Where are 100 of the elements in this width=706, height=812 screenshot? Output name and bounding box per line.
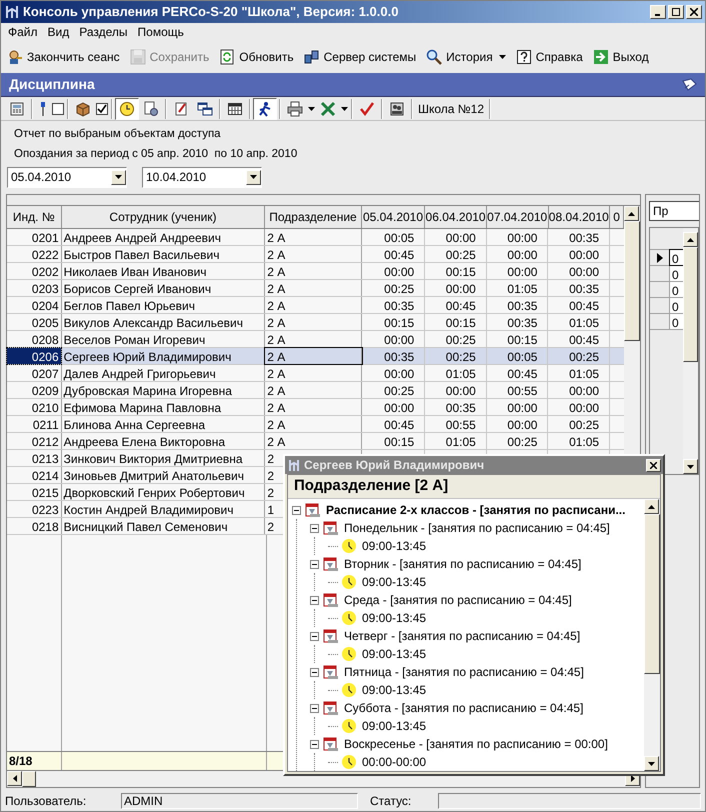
left-arrow-icon: [12, 775, 16, 782]
toolbar-button[interactable]: [253, 98, 277, 120]
scroll-down-button[interactable]: [682, 459, 698, 474]
vertical-scrollbar[interactable]: [644, 499, 660, 771]
collapse-toggle[interactable]: [310, 596, 319, 604]
schedule-label[interactable]: Вторник - [занятия по расписанию = 04:45]: [344, 555, 582, 573]
table-cell: 00:00: [486, 416, 548, 432]
panel-tab[interactable]: Пр: [649, 201, 699, 221]
scrollbar-thumb[interactable]: [22, 771, 36, 787]
table-cell: 2 А: [265, 297, 362, 313]
table-cell: 00:45: [425, 297, 487, 313]
column-header[interactable]: Подразделение: [265, 206, 362, 228]
scroll-up-button[interactable]: [682, 232, 698, 247]
table-row[interactable]: 0206 Сергеев Юрий Владимирович 2 А 00:35 00:25 00:05 00:25: [7, 348, 624, 365]
schedule-label[interactable]: Пятница - [занятия по расписанию = 04:45]: [344, 663, 584, 681]
menu-item[interactable]: Файл: [5, 23, 41, 41]
time-range[interactable]: 09:00-13:45: [362, 681, 426, 699]
close-button[interactable]: [646, 458, 661, 472]
toolbar-button[interactable]: Сервер системы: [304, 48, 416, 66]
table-row[interactable]: 0209 Дубровская Марина Игоревна 2 А 00:25 00:00 00:55 00:00: [7, 382, 624, 399]
time-range[interactable]: 09:00-13:45: [362, 645, 426, 663]
scrollbar-thumb[interactable]: [682, 247, 698, 362]
table-cell-text: 0211: [32, 417, 60, 432]
toolbar-checkbox[interactable]: [96, 102, 108, 114]
table-cell: 00:15: [362, 433, 426, 449]
collapse-toggle[interactable]: [310, 668, 319, 676]
time-range[interactable]: 09:00-13:45: [362, 717, 426, 735]
clock-icon: [341, 538, 357, 554]
minimize-button[interactable]: [650, 5, 666, 19]
column-header[interactable]: Сотрудник (ученик): [62, 206, 266, 228]
toolbar-button[interactable]: Закончить сеанс: [7, 48, 120, 66]
menu-item[interactable]: Разделы: [76, 23, 131, 41]
toolbar-button[interactable]: Справка: [516, 48, 583, 66]
help-icon: [516, 49, 532, 65]
table-cell: 00:00: [362, 365, 426, 381]
column-header[interactable]: 08.04.2010: [548, 206, 610, 228]
table-cell: Борисов Сергей Иванович: [62, 280, 266, 296]
column-header[interactable]: 05.04.2010: [362, 206, 426, 228]
table-cell: 00:15: [486, 331, 548, 347]
scroll-left-button[interactable]: [7, 771, 22, 786]
toolbar-button[interactable]: История: [426, 48, 493, 66]
column-header[interactable]: Инд. №: [7, 206, 62, 228]
table-row[interactable]: 0207 Далев Андрей Григорьевич 2 А 00:00 01:05 00:45 01:05: [7, 365, 624, 382]
table-cell: 00:00: [548, 263, 610, 279]
scrollbar-thumb[interactable]: [624, 221, 640, 341]
time-range[interactable]: 09:00-13:45: [362, 609, 426, 627]
table-cell: 00:55: [486, 382, 548, 398]
table-row[interactable]: 0201 Андреев Андрей Андреевич 2 А 00:05 00:00 00:00 00:35: [7, 229, 624, 246]
time-range[interactable]: 09:00-13:45: [362, 537, 426, 555]
collapse-toggle[interactable]: [310, 740, 319, 748]
vertical-scrollbar[interactable]: [682, 228, 698, 474]
date-dropdown[interactable]: 10.04.2010: [142, 166, 262, 188]
table-cell-text: 0208: [30, 332, 60, 347]
window-title: Консоль управления PERCo-S-20 "Школа", Версия: 1.0.0.0: [23, 3, 398, 22]
collapse-toggle[interactable]: [310, 632, 319, 640]
table-cell: Дворковский Генрих Робертович: [62, 484, 266, 500]
collapse-toggle[interactable]: [310, 704, 319, 712]
column-header[interactable]: 06.04.2010: [425, 206, 487, 228]
menu-item[interactable]: Помощь: [134, 23, 187, 41]
table-cell: 2 А: [265, 399, 362, 415]
up-arrow-icon: [628, 212, 635, 216]
toolbar-button[interactable]: Выход: [592, 48, 649, 66]
table-cell: Андреева Елена Викторовна: [62, 433, 266, 449]
table-cell: 00:15: [425, 314, 487, 330]
time-range[interactable]: 09:00-13:45: [362, 573, 426, 591]
toolbar-button[interactable]: Обновить: [219, 48, 294, 66]
schedule-label[interactable]: Суббота - [занятия по расписанию = 04:45]: [344, 699, 584, 717]
column-header[interactable]: 07.04.2010: [486, 206, 548, 228]
refresh-icon: [219, 49, 236, 65]
scroll-up-button[interactable]: [644, 499, 659, 514]
scroll-down-button[interactable]: [644, 756, 659, 771]
table-row[interactable]: 0210 Ефимова Марина Павловна 2 А 00:00 00:35 00:00 00:00: [7, 399, 624, 416]
table-cell: Ефимова Марина Павловна: [62, 399, 266, 415]
schedule-label[interactable]: Четверг - [занятия по расписанию = 04:45]: [344, 627, 580, 645]
calendar-icon: [323, 736, 339, 752]
toolbar-button[interactable]: [115, 98, 139, 120]
table-row[interactable]: 0222 Быстров Павел Васильевич 2 А 00:45 00:25 00:00 00:00: [7, 246, 624, 263]
table-cell: 2 А: [265, 331, 362, 347]
schedule-label[interactable]: Воскресенье - [занятия по расписанию = 00:00]: [344, 735, 608, 753]
maximize-button[interactable]: [668, 5, 684, 19]
toolbar-checkbox[interactable]: [52, 102, 64, 114]
collapse-toggle[interactable]: [292, 506, 301, 514]
table-row[interactable]: 0212 Андреева Елена Викторовна 2 А 00:15 01:05 00:25 01:05: [7, 433, 624, 450]
close-button[interactable]: [686, 5, 702, 19]
table-cell: 00:00: [362, 331, 426, 347]
time-range[interactable]: 00:00-00:00: [362, 753, 426, 771]
collapse-toggle[interactable]: [310, 560, 319, 568]
menu-item[interactable]: Вид: [44, 23, 72, 41]
table-row[interactable]: 0205 Викулов Александр Васильевич 2 А 00:15 00:15 00:35 01:05: [7, 314, 624, 331]
table-row[interactable]: 0202 Николаев Иван Иванович 2 А 00:00 00:15 00:00 00:00: [7, 263, 624, 280]
table-row[interactable]: 0211 Блинова Анна Сергеевна 2 А 00:45 00:55 00:00 00:25: [7, 416, 624, 433]
schedule-label[interactable]: Среда - [занятия по расписанию = 04:45]: [344, 591, 572, 609]
date-dropdown[interactable]: 05.04.2010: [7, 166, 127, 188]
table-cell-text: 0204: [30, 298, 60, 313]
scroll-up-button[interactable]: [624, 206, 639, 221]
table-cell: 00:35: [548, 280, 610, 296]
table-row[interactable]: 0204 Беглов Павел Юрьевич 2 А 00:35 00:45 00:35 00:45: [7, 297, 624, 314]
collapse-toggle[interactable]: [310, 524, 319, 532]
table-row[interactable]: 0203 Борисов Сергей Иванович 2 А 00:25 00:00 01:05 00:35: [7, 280, 624, 297]
scrollbar-thumb[interactable]: [644, 514, 660, 674]
